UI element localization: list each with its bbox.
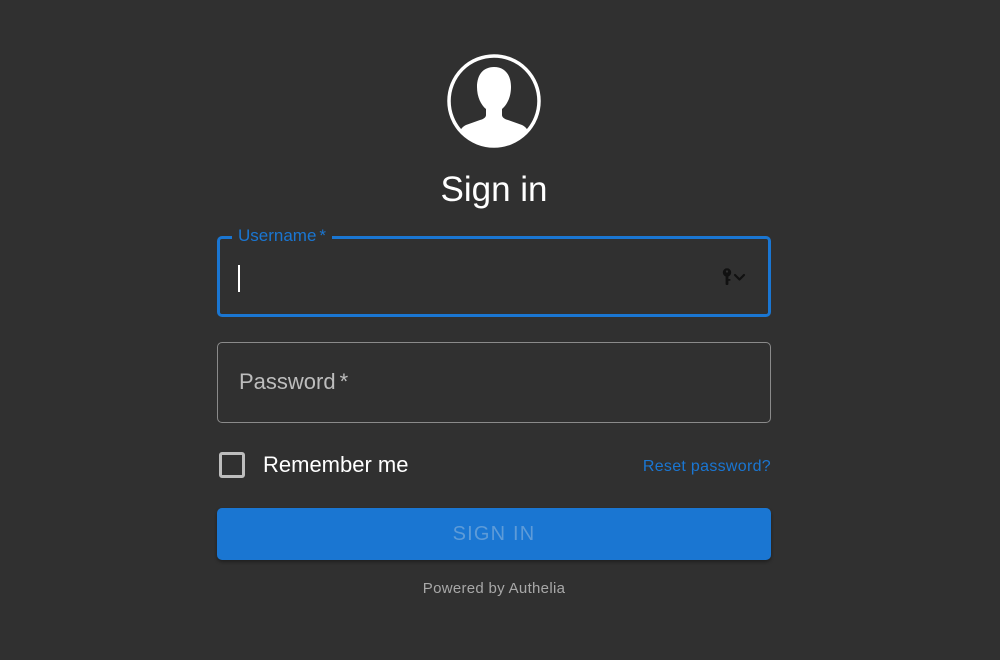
key-icon [722,268,732,285]
remember-me-label[interactable]: Remember me [263,451,408,479]
credential-picker-button[interactable] [720,267,748,287]
chevron-down-icon [733,273,746,281]
password-required-mark: * [339,369,349,394]
user-avatar-icon [447,54,541,148]
username-required-mark: * [319,226,327,245]
text-cursor [238,265,240,292]
username-field[interactable]: Username * [217,225,771,317]
password-field[interactable]: Password * [217,342,771,423]
sign-in-button[interactable]: SIGN IN [217,508,771,560]
login-page: Sign in Username * Password * Remember me … [0,0,1000,660]
powered-by-footer: Powered by Authelia [422,580,566,597]
reset-password-link[interactable]: Reset password? [643,457,771,477]
page-title: Sign in [440,170,548,209]
remember-me-checkbox[interactable] [219,452,245,478]
username-label: Username * [232,225,333,247]
password-label: Password * [239,369,349,394]
